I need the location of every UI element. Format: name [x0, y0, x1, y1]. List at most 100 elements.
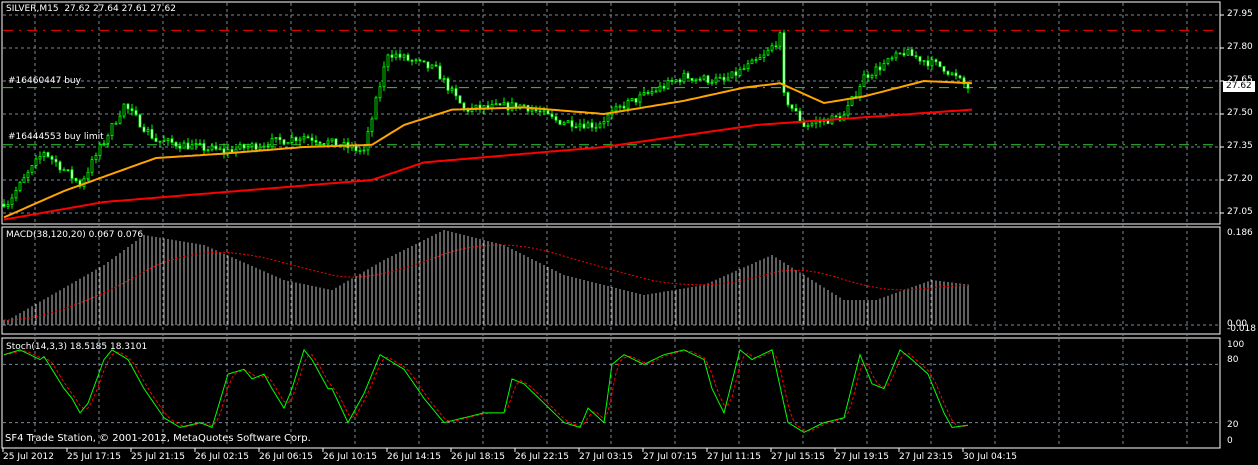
candle-body: [318, 141, 322, 144]
stoch-label: Stoch(14,3,3) 18.5185 18.3101: [6, 342, 148, 352]
order-label-buy[interactable]: #16460447 buy: [8, 76, 81, 86]
time-axis-label: 25 Jul 17:15: [67, 452, 121, 462]
candle-body: [474, 104, 478, 109]
candle-body: [122, 103, 126, 117]
candle-body: [930, 59, 934, 67]
stoch-scale-0: 0: [1227, 436, 1233, 446]
candle-body: [142, 126, 146, 132]
candle-body: [146, 129, 150, 132]
candle-body: [618, 105, 622, 108]
candle-body: [378, 86, 382, 99]
candle-body: [806, 124, 810, 128]
candle-body: [150, 129, 154, 139]
candle-body: [66, 169, 70, 172]
candle-body: [94, 155, 98, 161]
time-axis-label: 26 Jul 10:15: [323, 452, 377, 462]
candle-body: [38, 155, 42, 160]
candle-body: [202, 143, 206, 151]
price-scale-label: 27.95: [1227, 9, 1253, 19]
price-scale-label: 27.80: [1227, 42, 1253, 52]
candle-body: [718, 76, 722, 79]
candle-body: [682, 72, 686, 83]
candle-body: [418, 59, 422, 62]
macd-scale-bottom: -0.018: [1227, 324, 1257, 334]
candle-body: [910, 49, 914, 57]
time-axis-label: 25 Jul 2012: [3, 452, 54, 462]
candle-body: [858, 86, 862, 97]
candle-body: [778, 32, 782, 47]
time-axis-label: 30 Jul 04:15: [963, 452, 1017, 462]
stoch-signal-line: [3, 350, 969, 432]
candle-body: [498, 103, 502, 106]
candle-body: [426, 61, 430, 69]
candle-body: [178, 145, 182, 149]
candle-body: [594, 126, 598, 129]
candle-body: [386, 54, 390, 68]
candle-body: [402, 54, 406, 58]
candle-body: [554, 116, 558, 121]
candle-body: [390, 54, 394, 58]
candle-body: [894, 52, 898, 59]
candle-body: [186, 142, 190, 150]
candle-body: [678, 79, 682, 83]
candle-body: [174, 142, 178, 147]
candle-body: [10, 197, 14, 205]
candle-body: [794, 108, 798, 112]
candle-body: [734, 71, 738, 76]
candle-body: [362, 149, 366, 152]
candle-body: [922, 60, 926, 63]
candle-body: [674, 79, 678, 82]
candle-body: [870, 74, 874, 78]
candle-body: [298, 138, 302, 142]
candle-body: [494, 103, 498, 106]
candle-body: [410, 59, 414, 62]
candle-body: [214, 145, 218, 150]
candle-body: [282, 139, 286, 145]
candle-body: [510, 102, 514, 111]
time-axis-label: 26 Jul 22:15: [515, 452, 569, 462]
candle-body: [882, 63, 886, 71]
time-axis-label: 25 Jul 21:15: [131, 452, 185, 462]
time-axis-label: 27 Jul 11:15: [707, 452, 761, 462]
candle-body: [74, 178, 78, 182]
candle-body: [586, 122, 590, 129]
candle-body: [86, 171, 90, 180]
candle-body: [646, 92, 650, 94]
price-scale-label: 27.20: [1227, 174, 1253, 184]
candle-body: [138, 114, 142, 128]
candle-body: [966, 83, 970, 89]
candle-body: [790, 104, 794, 109]
candle-body: [614, 106, 618, 112]
candle-body: [950, 72, 954, 75]
candle-body: [262, 145, 266, 148]
order-label-buy-limit[interactable]: #16444553 buy limit: [8, 132, 104, 142]
candle-body: [118, 115, 122, 124]
candle-body: [666, 79, 670, 89]
candle-body: [322, 143, 326, 145]
candle-body: [918, 56, 922, 62]
candle-body: [522, 104, 526, 107]
candle-body: [314, 140, 318, 143]
candle-body: [742, 68, 746, 70]
candle-body: [914, 55, 918, 58]
candle-body: [454, 88, 458, 97]
candle-body: [934, 59, 938, 63]
candle-body: [490, 103, 494, 109]
candle-body: [42, 152, 46, 157]
candle-body: [414, 59, 418, 62]
candle-body: [714, 77, 718, 83]
stoch-main-line: [3, 348, 969, 433]
candle-body: [326, 140, 330, 145]
candle-body: [746, 63, 750, 69]
candle-body: [566, 120, 570, 124]
candle-body: [30, 165, 34, 173]
candle-body: [874, 66, 878, 76]
candle-body: [846, 105, 850, 116]
candle-body: [238, 143, 242, 150]
candle-body: [578, 123, 582, 128]
candle-body: [2, 203, 6, 207]
chart-canvas[interactable]: [0, 0, 1258, 465]
candle-body: [182, 142, 186, 149]
candle-body: [134, 110, 138, 116]
candle-body: [954, 72, 958, 77]
